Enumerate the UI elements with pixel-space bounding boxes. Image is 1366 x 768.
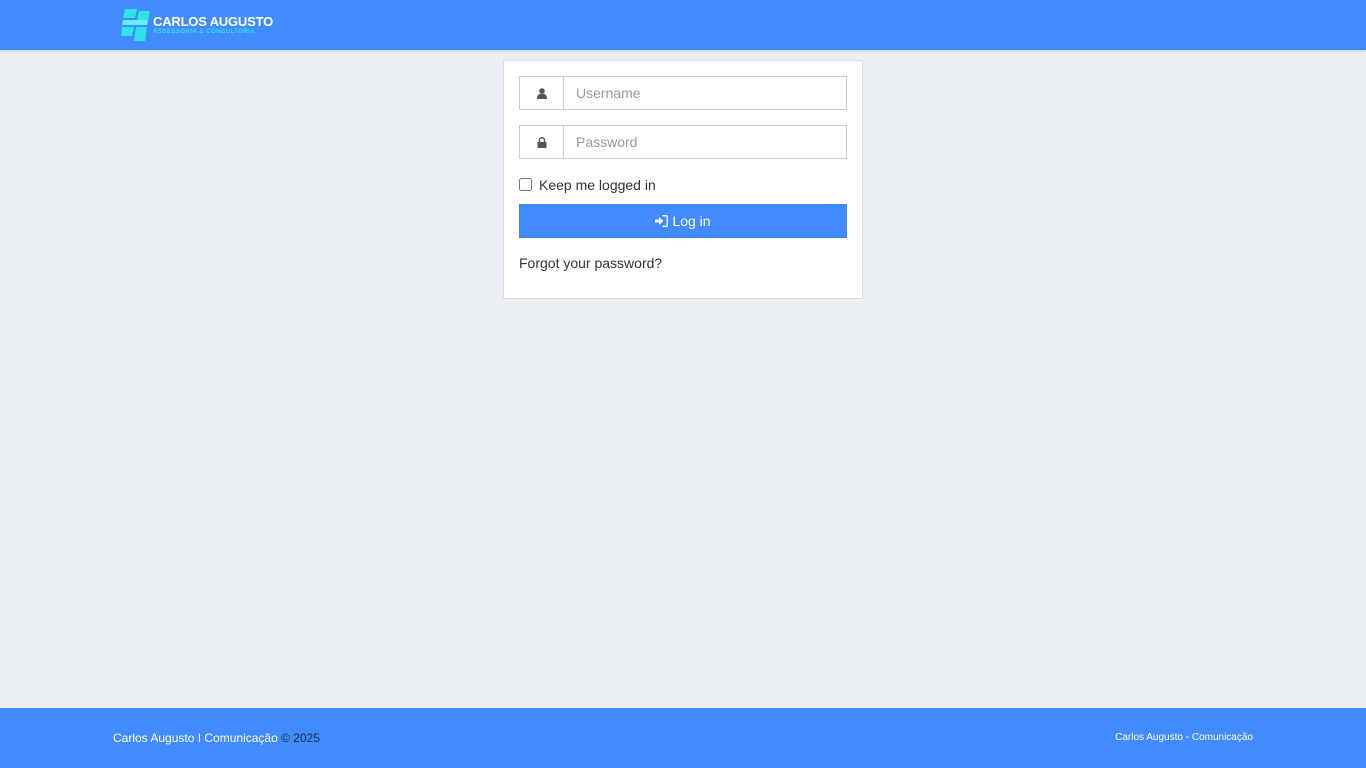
remember-me[interactable]: Keep me logged in	[519, 176, 656, 193]
forgot-password-link[interactable]: Forgot your password?	[519, 255, 662, 271]
sign-in-icon	[655, 215, 669, 227]
user-icon	[519, 76, 563, 110]
username-input[interactable]	[563, 76, 847, 110]
footer: Carlos Augusto I Comunicação © 2025 Carl…	[0, 708, 1366, 768]
footer-copyright: Carlos Augusto I Comunicação © 2025	[113, 731, 320, 745]
lock-icon	[519, 125, 563, 159]
login-button[interactable]: Log in	[519, 204, 847, 238]
brand-tagline: ASSESSORIA & CONSULTORIA	[153, 29, 256, 35]
password-input[interactable]	[563, 125, 847, 159]
footer-company-link[interactable]: Carlos Augusto I Comunicação	[113, 731, 278, 745]
login-box: Keep me logged in Log in Forgot your pas…	[503, 60, 863, 299]
brand-name: CARLOS AUGUSTO	[153, 14, 273, 29]
password-group	[519, 125, 847, 159]
remember-me-checkbox[interactable]	[519, 178, 532, 191]
remember-me-label: Keep me logged in	[539, 176, 656, 193]
top-header: CARLOS AUGUSTO ASSESSORIA & CONSULTORIA	[0, 0, 1366, 50]
brand-logo[interactable]: CARLOS AUGUSTO ASSESSORIA & CONSULTORIA	[121, 9, 273, 41]
username-group	[519, 76, 847, 110]
login-button-label: Log in	[672, 213, 711, 229]
footer-company-name: Carlos Augusto - Comunicação	[1115, 732, 1253, 743]
building-blocks-logo-icon	[121, 9, 151, 41]
footer-copyright-year: © 2025	[277, 731, 320, 745]
brand-logo-text: CARLOS AUGUSTO ASSESSORIA & CONSULTORIA	[153, 15, 273, 35]
